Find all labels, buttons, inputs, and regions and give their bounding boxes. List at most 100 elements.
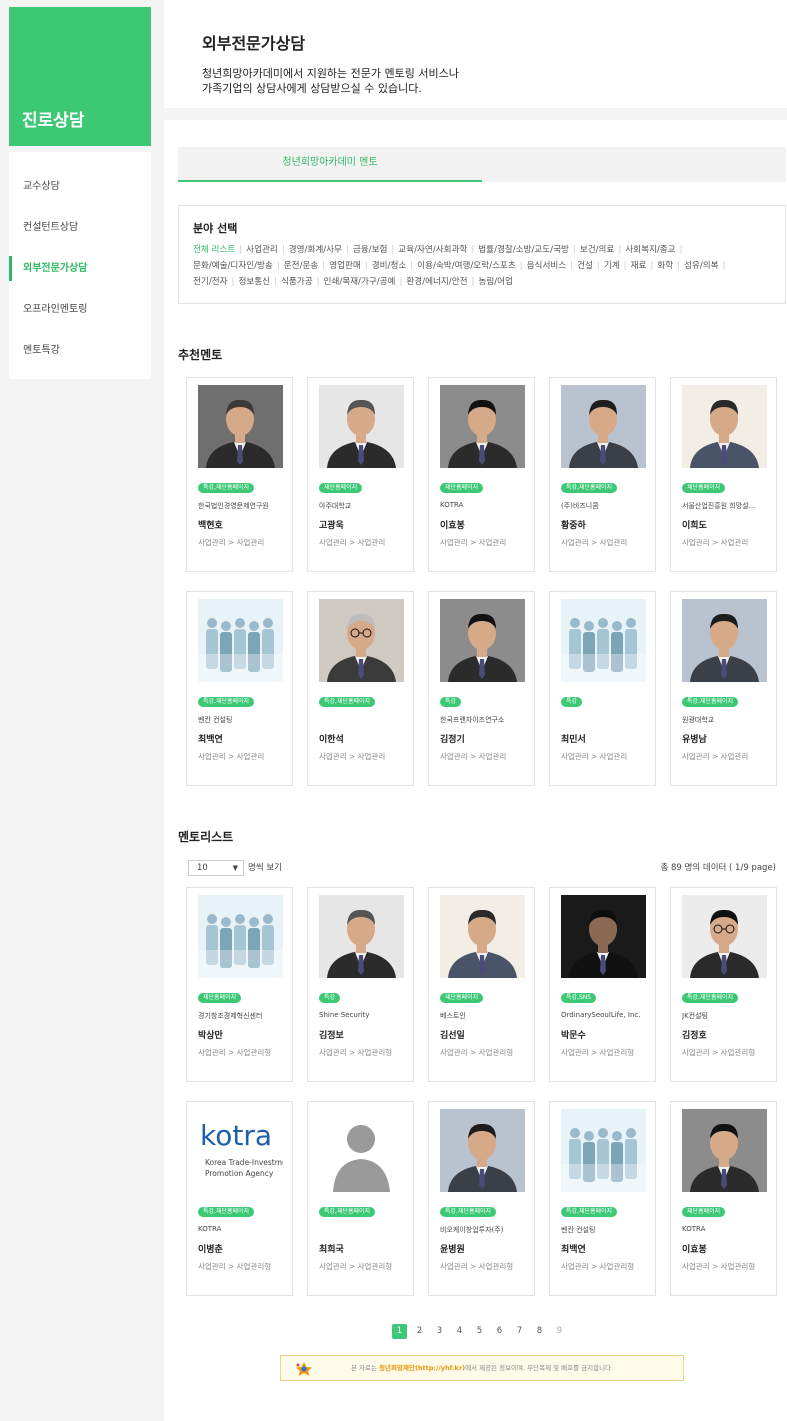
pagination: 123456789 — [392, 1324, 572, 1340]
mentor-name: 이병춘 — [198, 1245, 223, 1255]
mentor-photo — [561, 1109, 646, 1192]
mentor-badge: 특강,재단홈페이지 — [198, 1207, 255, 1217]
page-link[interactable]: 2 — [412, 1324, 427, 1339]
mentor-card[interactable]: 특강,재단홈페이지 최희국 사업관리 > 사업관리형 — [307, 1101, 414, 1296]
mentor-category: 사업관리 > 사업관리 — [319, 538, 386, 547]
page-header: 외부전문가상담 청년희망아카데미에서 지원하는 전문가 멘토링 서비스나 가족기… — [164, 0, 787, 120]
mentor-card[interactable]: 재단홈페이지 경기창조경제혁신센터 박상만 사업관리 > 사업관리형 — [186, 887, 293, 1082]
svg-text:Promotion Agency: Promotion Agency — [205, 1169, 274, 1178]
field-option[interactable]: 사회복지/종교 — [625, 242, 682, 258]
mentor-card[interactable]: 재단홈페이지 서울산업진흥원 희망설... 이희도 사업관리 > 사업관리 — [670, 377, 777, 572]
mentor-organization: 벤칸 컨설팅 — [198, 716, 233, 724]
page-link[interactable]: 4 — [452, 1324, 467, 1339]
mentor-photo — [198, 385, 283, 468]
mentor-organization: 경기창조경제혁신센터 — [198, 1012, 263, 1020]
field-option[interactable]: 섬유/의복 — [684, 258, 725, 274]
mentor-name: 이효봉 — [440, 521, 465, 531]
mentor-card[interactable]: 재단홈페이지 KOTRA 이효봉 사업관리 > 사업관리형 — [670, 1101, 777, 1296]
mentor-organization: Shine Security — [319, 1011, 370, 1019]
field-option[interactable]: 금융/보험 — [353, 242, 394, 258]
sidebar-item-consultant[interactable]: 컨설턴트상담 — [9, 207, 151, 248]
field-option[interactable]: 식품가공 — [281, 274, 320, 290]
field-option[interactable]: 건설 — [577, 258, 600, 274]
field-option[interactable]: 재료 — [631, 258, 654, 274]
field-option[interactable]: 운전/운송 — [284, 258, 325, 274]
mentor-card[interactable]: 특강,재단홈페이지 벤칸 컨설팅 최백연 사업관리 > 사업관리형 — [549, 1101, 656, 1296]
field-option[interactable]: 영업판매 — [329, 258, 368, 274]
page-link[interactable]: 1 — [392, 1324, 407, 1339]
field-option[interactable]: 교육/자연/사회과학 — [398, 242, 474, 258]
notice-suffix: 에서 제공된 정보이며, 무단복제 및 배포를 금지합니다. — [465, 1364, 614, 1372]
mentor-card[interactable]: 특강 한국프랜차이즈연구소 김정기 사업관리 > 사업관리 — [428, 591, 535, 786]
page-link[interactable]: 9 — [552, 1324, 567, 1339]
page-link[interactable]: 7 — [512, 1324, 527, 1339]
mentor-card[interactable]: kotra Korea Trade-Investment Promotion Age… — [186, 1101, 293, 1296]
mentor-name: 박문수 — [561, 1031, 586, 1041]
field-option[interactable]: 전기/전자 — [193, 274, 234, 290]
page-link[interactable]: 5 — [472, 1324, 487, 1339]
field-option[interactable]: 화학 — [657, 258, 680, 274]
mentor-name: 김선일 — [440, 1031, 465, 1041]
mentor-card[interactable]: 특강 최민서 사업관리 > 사업관리 — [549, 591, 656, 786]
mentor-name: 최백연 — [198, 735, 223, 745]
mentor-category: 사업관리 > 사업관리 — [198, 752, 265, 761]
mentor-badge: 특강,재단홈페이지 — [198, 483, 255, 493]
mentor-badge: 특강,재단홈페이지 — [682, 993, 739, 1003]
mentor-organization: JK컨설팅 — [682, 1012, 708, 1020]
page-size-select[interactable]: 10 ▼ — [188, 860, 244, 876]
mentor-card[interactable]: 특강,재단홈페이지 (주)비즈니콤 황중하 사업관리 > 사업관리 — [549, 377, 656, 572]
mentor-card[interactable]: 특강 Shine Security 김정보 사업관리 > 사업관리형 — [307, 887, 414, 1082]
mentor-card[interactable]: 특강,재단홈페이지 벤칸 컨설팅 최백연 사업관리 > 사업관리 — [186, 591, 293, 786]
mentor-photo — [198, 599, 283, 682]
mentor-card[interactable]: 특강,재단홈페이지 이한석 사업관리 > 사업관리 — [307, 591, 414, 786]
field-option[interactable]: 문화/예술/디자인/방송 — [193, 258, 280, 274]
notice-link[interactable]: 청년희망재단(http://yhf.kr) — [379, 1364, 465, 1372]
sidebar-item-offline-mentoring[interactable]: 오프라인멘토링 — [9, 289, 151, 330]
page-link[interactable]: 8 — [532, 1324, 547, 1339]
page-link[interactable]: 6 — [492, 1324, 507, 1339]
mentor-card[interactable]: 특강,재단홈페이지 비오케이창업투자(주) 윤병원 사업관리 > 사업관리형 — [428, 1101, 535, 1296]
sidebar-item-external-expert[interactable]: 외부전문가상담 — [9, 248, 151, 289]
mentor-card[interactable]: 특강,재단홈페이지 한국법인경영문제연구원 백현호 사업관리 > 사업관리 — [186, 377, 293, 572]
field-option[interactable]: 경영/회계/사무 — [289, 242, 349, 258]
page-title: 외부전문가상담 — [202, 34, 306, 53]
mentor-name: 이한석 — [319, 735, 344, 745]
field-option[interactable]: 음식서비스 — [527, 258, 573, 274]
mentor-category: 사업관리 > 사업관리 — [319, 752, 386, 761]
tab-bar: 청년희망아카데미 멘토 — [178, 147, 786, 182]
mentor-card[interactable]: 특강,재단홈페이지 JK컨설팅 김정호 사업관리 > 사업관리형 — [670, 887, 777, 1082]
field-option[interactable]: 기계 — [604, 258, 627, 274]
field-option[interactable]: 환경/에너지/안전 — [406, 274, 474, 290]
mentor-card[interactable]: 재단홈페이지 베스트인 김선일 사업관리 > 사업관리형 — [428, 887, 535, 1082]
mentor-organization: 벤칸 컨설팅 — [561, 1226, 596, 1234]
tab-academy-mentor[interactable]: 청년희망아카데미 멘토 — [178, 147, 482, 182]
field-option[interactable]: 농림/어업 — [478, 274, 517, 290]
mentor-category: 사업관리 > 사업관리 — [682, 752, 749, 761]
mentor-badge: 특강,재단홈페이지 — [561, 1207, 618, 1217]
mentor-name: 이희도 — [682, 521, 707, 531]
mentor-photo — [319, 895, 404, 978]
field-option[interactable]: 사업관리 — [246, 242, 285, 258]
mentor-badge: 재단홈페이지 — [319, 483, 363, 493]
mentor-category: 사업관리 > 사업관리형 — [561, 1048, 635, 1057]
field-option[interactable]: 경비/청소 — [372, 258, 413, 274]
sidebar-item-mentor-lecture[interactable]: 멘토특강 — [9, 330, 151, 371]
mentor-photo — [440, 895, 525, 978]
mentor-photo — [440, 385, 525, 468]
sidebar-item-professor[interactable]: 교수상담 — [9, 166, 151, 207]
page-link[interactable]: 3 — [432, 1324, 447, 1339]
mentor-card[interactable]: 재단홈페이지 KOTRA 이효봉 사업관리 > 사업관리 — [428, 377, 535, 572]
mentor-name: 유병남 — [682, 735, 707, 745]
sidebar-header: 진로상담 — [9, 7, 151, 146]
field-option[interactable]: 이용/숙박/여행/오락/스포츠 — [417, 258, 522, 274]
field-option[interactable]: 전체 리스트 — [193, 242, 242, 258]
page-size-value: 10 — [197, 863, 208, 873]
field-option[interactable]: 정보통신 — [238, 274, 277, 290]
field-option[interactable]: 법률/경찰/소방/교도/국방 — [478, 242, 576, 258]
field-option[interactable]: 인쇄/목재/가구/공예 — [324, 274, 403, 290]
mentor-card[interactable]: 특강,SNS OrdinarySeoulLife, Inc. 박문수 사업관리 > 사… — [549, 887, 656, 1082]
mentor-organization: KOTRA — [198, 1225, 222, 1233]
field-option[interactable]: 보건/의료 — [580, 242, 621, 258]
mentor-card[interactable]: 재단홈페이지 아주대학교 고광욱 사업관리 > 사업관리 — [307, 377, 414, 572]
mentor-card[interactable]: 특강,재단홈페이지 원광대학교 유병남 사업관리 > 사업관리 — [670, 591, 777, 786]
